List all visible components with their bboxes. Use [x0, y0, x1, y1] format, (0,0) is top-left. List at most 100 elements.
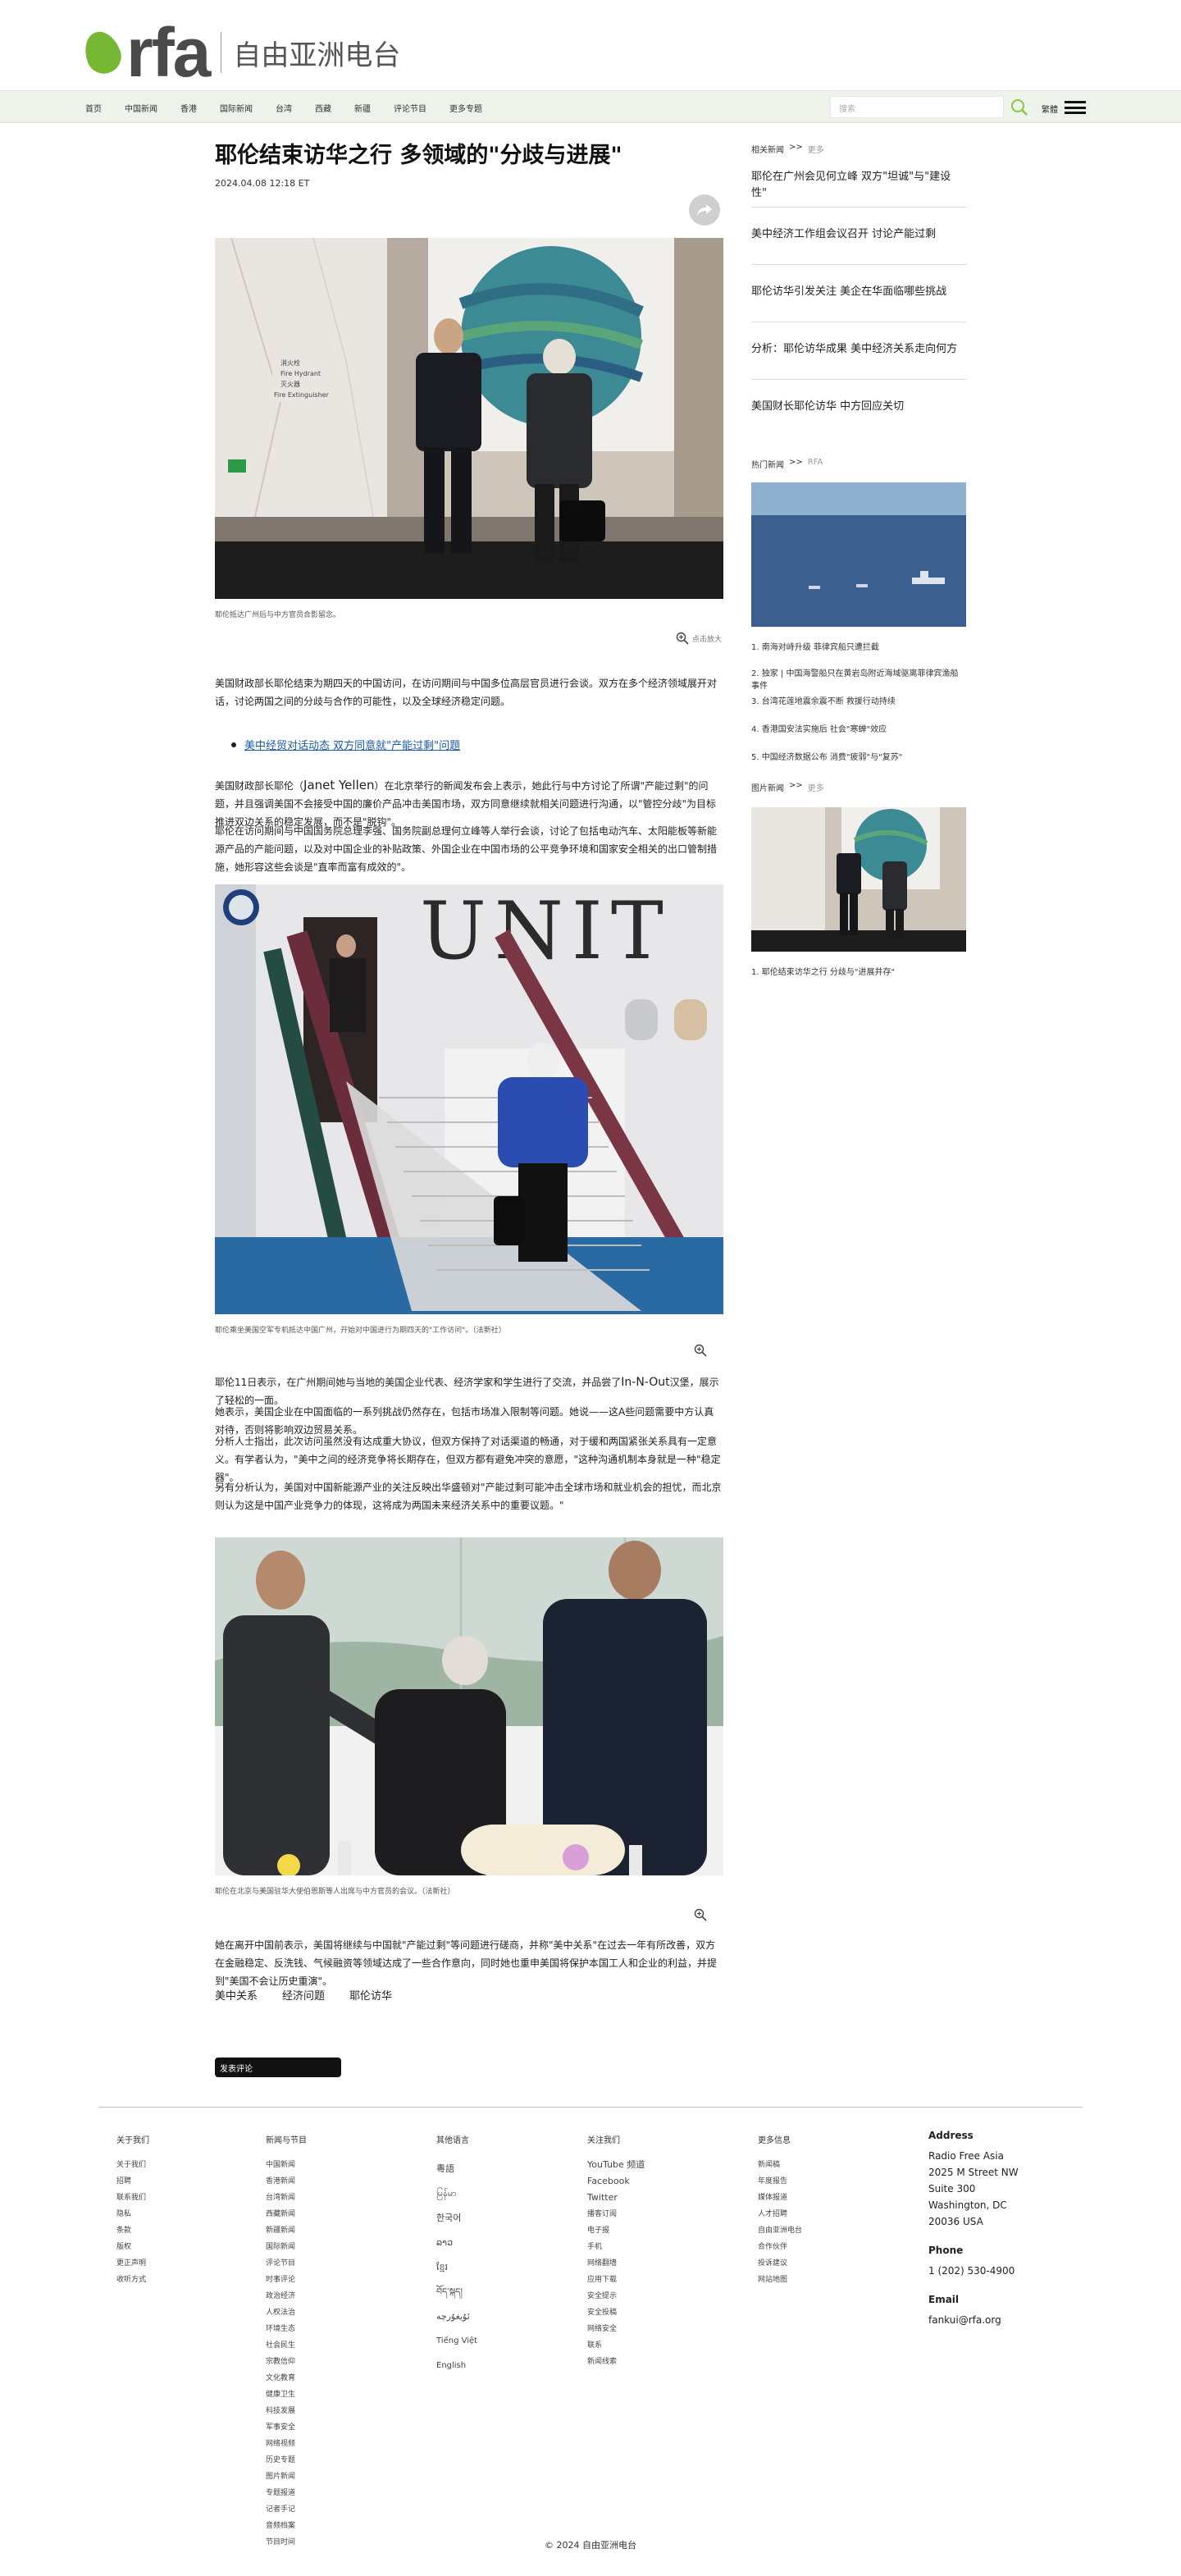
zoom-button-2[interactable]: [694, 1344, 707, 1357]
popular-news-photo[interactable]: [751, 482, 966, 627]
related-news-more[interactable]: 更多: [808, 143, 824, 155]
footer-link[interactable]: 政治经济: [266, 2288, 307, 2304]
zoom-button-3[interactable]: [694, 1908, 707, 1921]
language-link-english[interactable]: English: [436, 2354, 477, 2378]
footer-link[interactable]: 隐私: [116, 2206, 149, 2222]
nav-item-taiwan[interactable]: 台湾: [276, 102, 292, 114]
footer-link[interactable]: 网络翻墙: [587, 2255, 645, 2272]
tag-link[interactable]: 美中关系: [215, 1987, 258, 2003]
photo-news-more[interactable]: 更多: [808, 781, 824, 793]
footer-link[interactable]: 应用下载: [587, 2272, 645, 2288]
footer-link[interactable]: 安全提示: [587, 2288, 645, 2304]
footer-link[interactable]: 招聘: [116, 2173, 149, 2190]
nav-item-xinjiang[interactable]: 新疆: [354, 102, 371, 114]
footer-link[interactable]: 历史专题: [266, 2452, 307, 2469]
footer-link[interactable]: 更正声明: [116, 2255, 149, 2272]
footer-link[interactable]: 媒体报道: [758, 2190, 802, 2206]
footer-link[interactable]: 合作伙伴: [758, 2239, 802, 2255]
footer-link[interactable]: 记者手记: [266, 2501, 307, 2518]
language-link-tibetan[interactable]: བོད་སྐད།: [436, 2280, 477, 2304]
comment-button[interactable]: 发表评论: [215, 2058, 341, 2077]
article-photo-3[interactable]: [215, 1537, 723, 1875]
twitter-link[interactable]: Twitter: [587, 2190, 645, 2206]
footer-link[interactable]: 环境生态: [266, 2321, 307, 2337]
footer-link[interactable]: 新闻稿: [758, 2157, 802, 2173]
footer-link[interactable]: 文化教育: [266, 2370, 307, 2386]
popular-news-item[interactable]: 3. 台湾花莲地震余震不断 救援行动持续: [751, 694, 896, 706]
footer-link[interactable]: 网站地图: [758, 2272, 802, 2288]
footer-link[interactable]: 专题报道: [266, 2485, 307, 2501]
footer-link[interactable]: 健康卫生: [266, 2386, 307, 2403]
footer-link[interactable]: 西藏新闻: [266, 2206, 307, 2222]
related-news-item[interactable]: 分析：耶伦访华成果 美中经济关系走向何方: [751, 341, 966, 358]
footer-link[interactable]: 新疆新闻: [266, 2222, 307, 2239]
menu-icon[interactable]: [1065, 98, 1086, 116]
popular-news-item[interactable]: 4. 香港国安法实施后 社会"寒蝉"效应: [751, 722, 887, 734]
footer-link[interactable]: 联系: [587, 2337, 645, 2354]
nav-item-home[interactable]: 首页: [85, 102, 102, 114]
nav-item-china[interactable]: 中国新闻: [125, 102, 157, 114]
footer-link[interactable]: 网络安全: [587, 2321, 645, 2337]
footer-link[interactable]: 联系我们: [116, 2190, 149, 2206]
search-icon[interactable]: [1010, 98, 1028, 116]
footer-link[interactable]: 宗教信仰: [266, 2354, 307, 2370]
related-article-link[interactable]: 美中经贸对话动态 双方同意就"产能过剩"问题: [244, 737, 460, 752]
tag-link[interactable]: 经济问题: [282, 1987, 325, 2003]
related-news-item[interactable]: 耶伦在广州会见何立峰 双方"坦诚"与"建设性": [751, 169, 966, 202]
footer-link[interactable]: 评论节目: [266, 2255, 307, 2272]
footer-link[interactable]: 手机: [587, 2239, 645, 2255]
email-link[interactable]: fankui@rfa.org: [928, 2312, 1019, 2328]
footer-link[interactable]: 播客订阅: [587, 2206, 645, 2222]
footer-link[interactable]: 新闻线索: [587, 2354, 645, 2370]
phone-number[interactable]: 1 (202) 530-4900: [928, 2263, 1019, 2279]
footer-link[interactable]: 条款: [116, 2222, 149, 2239]
nav-item-tibet[interactable]: 西藏: [315, 102, 331, 114]
footer-link[interactable]: 军事安全: [266, 2419, 307, 2436]
footer-link[interactable]: 电子报: [587, 2222, 645, 2239]
footer-link[interactable]: 关于我们: [116, 2157, 149, 2173]
article-photo-2[interactable]: UNIT: [215, 884, 723, 1314]
related-news-item[interactable]: 美中经济工作组会议召开 讨论产能过剩: [751, 226, 966, 243]
footer-link[interactable]: 社会民生: [266, 2337, 307, 2354]
nav-item-international[interactable]: 国际新闻: [220, 102, 253, 114]
footer-link[interactable]: 收听方式: [116, 2272, 149, 2288]
footer-link[interactable]: 科技发展: [266, 2403, 307, 2419]
facebook-link[interactable]: Facebook: [587, 2173, 645, 2190]
footer-link[interactable]: 版权: [116, 2239, 149, 2255]
language-link-cantonese[interactable]: 粵語: [436, 2157, 477, 2181]
footer-link[interactable]: 音频档案: [266, 2518, 307, 2534]
nav-item-commentary[interactable]: 评论节目: [394, 102, 426, 114]
language-link-burmese[interactable]: မြန်မာ: [436, 2181, 477, 2206]
popular-news-item[interactable]: 1. 南海对峙升级 菲律宾船只遭拦截: [751, 640, 879, 652]
photo-news-item[interactable]: 1. 耶伦结束访华之行 分歧与"进展并存": [751, 965, 895, 977]
nav-item-more[interactable]: 更多专题: [449, 102, 482, 114]
tag-link[interactable]: 耶伦访华: [349, 1987, 392, 2003]
site-logo[interactable]: rfa 自由亚洲电台: [79, 18, 400, 87]
footer-link[interactable]: 自由亚洲电台: [758, 2222, 802, 2239]
related-news-item[interactable]: 耶伦访华引发关注 美企在华面临哪些挑战: [751, 284, 966, 300]
zoom-button-1[interactable]: 点击放大: [676, 632, 722, 645]
footer-link[interactable]: 投诉建议: [758, 2255, 802, 2272]
footer-link[interactable]: 图片新闻: [266, 2469, 307, 2485]
language-link-khmer[interactable]: ខ្មែរ: [436, 2255, 477, 2280]
youtube-link[interactable]: YouTube 频道: [587, 2157, 645, 2173]
language-link-korean[interactable]: 한국어: [436, 2206, 477, 2231]
footer-link[interactable]: 人权法治: [266, 2304, 307, 2321]
footer-link[interactable]: 国际新闻: [266, 2239, 307, 2255]
language-link-lao[interactable]: ລາວ: [436, 2231, 477, 2255]
footer-link[interactable]: 香港新闻: [266, 2173, 307, 2190]
footer-link[interactable]: 网络视频: [266, 2436, 307, 2452]
footer-link[interactable]: 时事评论: [266, 2272, 307, 2288]
language-link-vietnamese[interactable]: Tiếng Việt: [436, 2329, 477, 2354]
footer-link[interactable]: 台湾新闻: [266, 2190, 307, 2206]
footer-link[interactable]: 年度报告: [758, 2173, 802, 2190]
share-button[interactable]: [689, 194, 720, 226]
related-news-item[interactable]: 美国财长耶伦访华 中方回应关切: [751, 399, 966, 415]
popular-news-item[interactable]: 5. 中国经济数据公布 消费"疲弱"与"复苏": [751, 750, 902, 762]
language-link-uyghur[interactable]: ئۇيغۇرچە: [436, 2304, 477, 2329]
popular-news-item[interactable]: 2. 独家 | 中国海警船只在黄岩岛附近海域驱离菲律宾渔船事件: [751, 666, 966, 691]
search-input[interactable]: 搜索: [830, 96, 1004, 118]
article-photo-1[interactable]: 消火栓 Fire Hydrant 灭火器 Fire Extinguisher: [215, 238, 723, 599]
footer-link[interactable]: 中国新闻: [266, 2157, 307, 2173]
photo-news-thumbnail[interactable]: [751, 807, 966, 952]
